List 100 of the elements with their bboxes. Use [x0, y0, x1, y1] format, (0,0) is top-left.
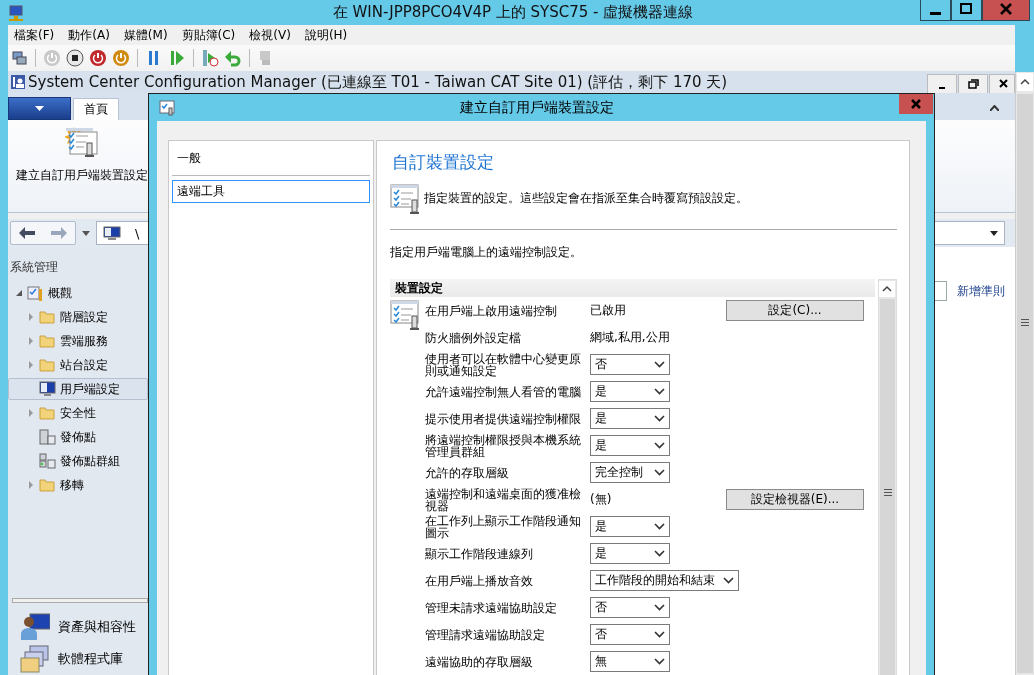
folder-icon [39, 332, 56, 350]
scrollbar[interactable] [1015, 72, 1034, 675]
grip-icon [883, 489, 892, 496]
server-icon [39, 428, 56, 446]
setting-value: (無) [590, 491, 613, 508]
ribbon-button[interactable]: 建立自訂用戶端裝置設定 [16, 120, 148, 212]
setting-value: 已啟用 [590, 302, 627, 319]
setting-label: 允許的存取層級 [425, 466, 510, 479]
close-icon[interactable] [989, 74, 1015, 93]
folder-icon [39, 404, 56, 422]
chevron-down-icon [654, 388, 665, 395]
chevron-down-icon [654, 523, 665, 530]
page-item[interactable]: 一般 [172, 147, 370, 170]
tree-item[interactable]: 發佈點 [8, 426, 148, 448]
chevron-down-icon [654, 415, 665, 422]
restore-icon[interactable] [958, 74, 988, 93]
maximize-icon[interactable] [951, 0, 982, 21]
settings-button[interactable]: 設定檢視器(E)... [726, 489, 864, 510]
dropdown[interactable]: 是 [590, 381, 670, 402]
tree-item[interactable]: 移轉 [8, 474, 148, 496]
setting-label: 遠端控制和遠端桌面的獲准檢視器 [425, 487, 582, 512]
menu-item[interactable]: 媒體(M) [123, 26, 168, 44]
setting-label: 允許遠端控制無人看管的電腦 [425, 385, 582, 398]
stop-icon[interactable] [66, 49, 84, 67]
dropdown[interactable]: 否 [590, 624, 670, 645]
expanded-arrow-icon[interactable] [15, 289, 23, 297]
menu-item[interactable]: 檔案(F) [14, 26, 55, 44]
dropdown[interactable]: 是 [590, 543, 670, 564]
minimize-icon[interactable] [920, 0, 951, 21]
setting-label: 在工作列上顯示工作階段通知圖示 [425, 514, 582, 539]
setting-label: 遠端協助的存取層級 [425, 655, 534, 668]
setting-label: 防火牆例外設定檔 [425, 331, 522, 344]
dropdown[interactable]: 完全控制 [590, 462, 670, 483]
app-title: System Center Configuration Manager (已連線至 T01 - Taiwan CAT Site 01) (評估，剩下 170 天) [28, 72, 728, 92]
folder-icon [39, 476, 56, 494]
page-heading: 自訂裝置設定 [391, 151, 495, 174]
menu-button[interactable] [8, 97, 71, 120]
menu-item[interactable]: 剪貼簿(C) [181, 26, 236, 44]
grip-icon [1021, 319, 1029, 326]
chevron-up-icon[interactable] [990, 105, 999, 111]
chevron-down-icon [654, 550, 665, 557]
folder-icon [39, 356, 56, 374]
setting-label: 在用戶端上播放音效 [425, 574, 534, 587]
caret-icon [35, 106, 44, 111]
person-computer-icon [20, 612, 50, 642]
description-text: 指定裝置的設定。這些設定會在指派至集合時覆寫預設設定。 [424, 190, 748, 207]
tree-item[interactable]: 站台設定 [8, 354, 148, 376]
caret-icon[interactable] [82, 230, 90, 236]
monitor-icon [39, 380, 56, 398]
page-item[interactable]: 遠端工具 [172, 180, 370, 203]
group-header: 裝置設定 [390, 279, 875, 297]
dialog-title: 建立自訂用戶端裝置設定 [459, 98, 615, 117]
workspace-item[interactable]: 資產與相容性 [8, 611, 148, 643]
servers-icon [39, 452, 56, 470]
setting-value: 網域,私用,公用 [590, 329, 671, 346]
menu-item[interactable]: 動作(A) [68, 26, 110, 44]
boxes-icon [20, 644, 50, 674]
setting-label: 顯示工作階段連線列 [425, 547, 534, 560]
setting-label: 使用者可以在軟體中心變更原則或通知設定 [425, 352, 582, 377]
chevron-down-icon [654, 361, 665, 368]
scrollbar[interactable] [878, 279, 897, 675]
power-icon[interactable] [112, 49, 130, 67]
chevron-down-icon [654, 469, 665, 476]
undo-icon[interactable] [224, 49, 242, 67]
app-icon [10, 74, 26, 90]
dropdown[interactable]: 是 [590, 408, 670, 429]
chevron-down-icon [654, 631, 665, 638]
dropdown[interactable]: 無 [590, 651, 670, 672]
setting-label: 管理未請求遠端協助設定 [425, 601, 558, 614]
settings-window-icon [159, 99, 175, 116]
tree-item[interactable]: 雲端服務 [8, 330, 148, 352]
tree-item[interactable]: 用戶端設定 [8, 378, 148, 400]
workspace-title: 系統管理 [9, 259, 59, 276]
settings-button[interactable]: 設定(C)... [726, 300, 864, 321]
tools-icon [27, 284, 44, 302]
tree-item[interactable]: 階層設定 [8, 306, 148, 328]
ribbon-tab[interactable]: 首頁 [73, 98, 119, 120]
caret-icon [990, 230, 998, 236]
play-icon[interactable] [168, 49, 186, 67]
menu-item[interactable]: 檢視(V) [249, 26, 291, 44]
checkpoint-icon[interactable] [201, 49, 219, 67]
tree-item[interactable]: 安全性 [8, 402, 148, 424]
window-title: 在 WIN-JPP8PCO4V4P 上的 SYSC75 - 虛擬機器連線 [331, 3, 695, 22]
tree-item[interactable]: 概觀 [8, 282, 148, 304]
power-icon[interactable] [89, 49, 107, 67]
chevron-up-icon[interactable] [879, 281, 895, 297]
tree-item[interactable]: 發佈點群組 [8, 450, 148, 472]
dropdown[interactable]: 是 [590, 435, 670, 456]
add-criteria-link[interactable]: 新增準則 [957, 282, 1005, 300]
breadcrumb-separator: \ [135, 225, 140, 241]
menu-item[interactable]: 說明(H) [304, 26, 348, 44]
dropdown[interactable]: 工作階段的開始和結束 [590, 570, 739, 591]
dropdown[interactable]: 是 [590, 516, 670, 537]
dropdown[interactable]: 否 [590, 597, 670, 618]
checklist-icon [390, 184, 420, 215]
chevron-up-icon[interactable] [1017, 73, 1033, 91]
network-computer-icon[interactable] [10, 49, 28, 67]
network-computer-icon [8, 4, 26, 21]
dropdown[interactable]: 否 [590, 354, 670, 375]
workspace-item[interactable]: 軟體程式庫 [8, 643, 148, 675]
